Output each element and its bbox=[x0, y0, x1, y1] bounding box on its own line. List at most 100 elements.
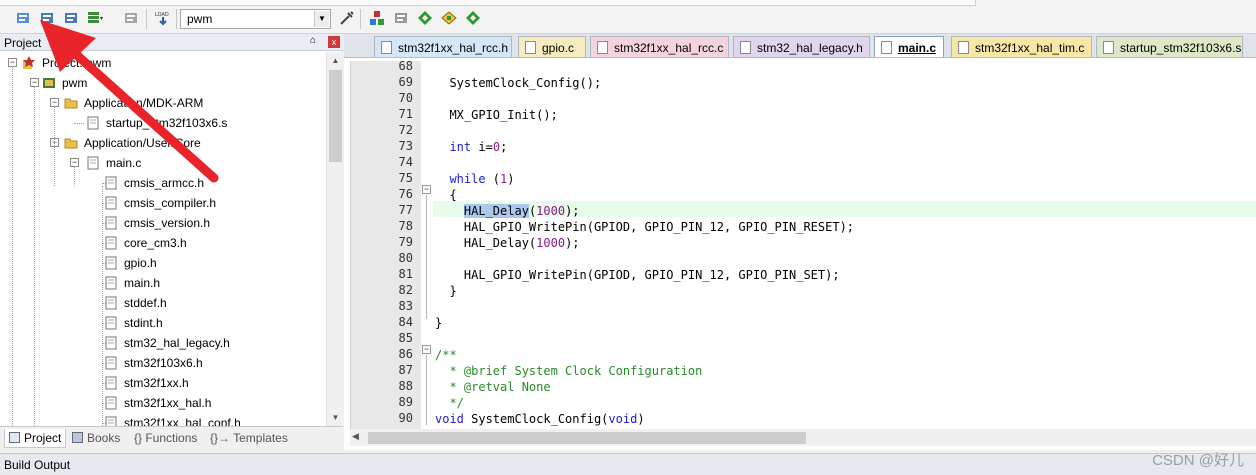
svg-text:LOAD: LOAD bbox=[155, 12, 169, 18]
panel-tab-project[interactable]: Project bbox=[4, 429, 67, 448]
code-line: } bbox=[435, 283, 457, 299]
tree-item-label: main.c bbox=[106, 156, 142, 170]
file-icon bbox=[597, 41, 608, 54]
tree-guide-line bbox=[34, 86, 35, 426]
editor-tab[interactable]: stm32_hal_legacy.h bbox=[733, 36, 870, 57]
tree-item-label: core_cm3.h bbox=[124, 236, 187, 250]
panel-tab-templates[interactable]: {}→ Templates bbox=[206, 429, 292, 448]
tree-item[interactable]: stm32f1xx_hal.h bbox=[0, 394, 326, 412]
selected-text: HAL_Delay bbox=[463, 204, 529, 218]
editor-tab[interactable]: gpio.c bbox=[518, 36, 586, 57]
tree-item[interactable]: stm32f1xx.h bbox=[0, 374, 326, 392]
stop-build-icon[interactable] bbox=[122, 9, 140, 27]
toolbar-separator bbox=[176, 9, 177, 29]
header-file-icon bbox=[104, 316, 118, 330]
run-time-environment-icon[interactable] bbox=[416, 9, 434, 27]
project-panel-title: Project bbox=[4, 36, 42, 50]
fold-guide bbox=[426, 195, 427, 301]
target-select[interactable]: pwm ▼ bbox=[180, 9, 331, 29]
batch-build-icon[interactable] bbox=[86, 9, 104, 27]
editor: stm32f1xx_hal_rcc.h gpio.c stm32f1xx_hal_r… bbox=[344, 34, 1256, 450]
scroll-up-icon[interactable]: ▲ bbox=[327, 52, 344, 69]
panel-tab-functions[interactable]: {} Functions bbox=[130, 429, 201, 448]
tree-item[interactable]: stm32f103x6.h bbox=[0, 354, 326, 372]
code-area[interactable]: 68 69 70 71 72 73 74 75 76 77 78 79 80 81 82 83 84 85 86 87… bbox=[350, 59, 1256, 429]
tree-item[interactable]: − Project: pwm bbox=[0, 54, 326, 72]
file-extensions-icon[interactable] bbox=[392, 9, 410, 27]
project-tree-scrollbar[interactable]: ▲ ▼ bbox=[326, 52, 343, 426]
header-file-icon bbox=[104, 176, 118, 190]
panel-tab-books[interactable]: Books bbox=[68, 429, 124, 448]
chevron-down-icon: ▼ bbox=[314, 11, 329, 27]
tree-item[interactable]: stm32_hal_legacy.h bbox=[0, 334, 326, 352]
tree-item-label: cmsis_version.h bbox=[124, 216, 211, 230]
manage-components-icon[interactable] bbox=[368, 9, 386, 27]
line-number: 83 bbox=[398, 299, 413, 313]
file-icon bbox=[1103, 41, 1114, 54]
line-number: 88 bbox=[398, 379, 413, 393]
line-number: 81 bbox=[398, 267, 413, 281]
folder-icon bbox=[64, 96, 78, 110]
file-icon bbox=[525, 41, 536, 54]
target-options-icon[interactable] bbox=[338, 9, 356, 27]
toolbar: LOAD pwm ▼ bbox=[0, 0, 1256, 34]
code-token: } bbox=[435, 316, 443, 330]
tree-item[interactable]: core_cm3.h bbox=[0, 234, 326, 252]
translate-icon[interactable] bbox=[14, 9, 32, 27]
editor-horizontal-scrollbar[interactable]: ◀ bbox=[350, 429, 1256, 446]
tree-item[interactable]: cmsis_compiler.h bbox=[0, 194, 326, 212]
panel-tab-label: {}→ Templates bbox=[210, 431, 288, 445]
tree-item[interactable]: gpio.h bbox=[0, 254, 326, 272]
close-icon[interactable]: x bbox=[328, 36, 340, 48]
code-line: int i=0; bbox=[435, 139, 507, 155]
tree-item[interactable]: stddef.h bbox=[0, 294, 326, 312]
tree-item-label: Application/User/Core bbox=[84, 136, 201, 150]
line-number: 86 bbox=[398, 347, 413, 361]
editor-tab[interactable]: stm32f1xx_hal_rcc.c bbox=[590, 36, 729, 57]
tree-item[interactable]: startup_stm32f103x6.s bbox=[0, 114, 326, 132]
pack-installer-icon[interactable] bbox=[440, 9, 458, 27]
tree-item[interactable]: − main.c bbox=[0, 154, 326, 172]
code-token: ); bbox=[565, 204, 580, 218]
tree-item[interactable]: stdint.h bbox=[0, 314, 326, 332]
select-software-packs-icon[interactable] bbox=[464, 9, 482, 27]
toolbar-top-strip bbox=[0, 0, 976, 6]
pin-icon[interactable]: ⌂ bbox=[310, 35, 322, 49]
tree-item[interactable]: cmsis_armcc.h bbox=[0, 174, 326, 192]
code-token: } bbox=[435, 284, 457, 298]
build-output-bar[interactable]: Build Output bbox=[0, 453, 1256, 475]
build-icon[interactable] bbox=[38, 9, 56, 27]
toolbar-separator bbox=[360, 9, 361, 29]
tree-item[interactable]: − pwm bbox=[0, 74, 326, 92]
rebuild-icon[interactable] bbox=[62, 9, 80, 27]
tree-item[interactable]: − Application/User/Core bbox=[0, 134, 326, 152]
tree-item-label: Application/MDK-ARM bbox=[84, 96, 204, 110]
code-token: HAL_GPIO_WritePin(GPIOD, GPIO_PIN_12, GP… bbox=[435, 220, 855, 234]
editor-tab[interactable]: startup_stm32f103x6.s bbox=[1096, 36, 1243, 57]
editor-tab[interactable]: main.c bbox=[874, 36, 944, 57]
code-line: HAL_GPIO_WritePin(GPIOD, GPIO_PIN_12, GP… bbox=[435, 267, 840, 283]
fold-collapse-icon[interactable]: − bbox=[422, 185, 431, 194]
tree-item[interactable]: main.h bbox=[0, 274, 326, 292]
editor-tab[interactable]: stm32f1xx_hal_rcc.h bbox=[374, 36, 512, 57]
tree-item[interactable]: − Application/MDK-ARM bbox=[0, 94, 326, 112]
tree-item-label: stm32_hal_legacy.h bbox=[124, 336, 230, 350]
tree-item[interactable]: stm32f1xx_hal_conf.h bbox=[0, 414, 326, 426]
editor-tab-label: gpio.c bbox=[542, 41, 575, 55]
code-token: 0 bbox=[492, 140, 501, 154]
scroll-down-icon[interactable]: ▼ bbox=[327, 409, 344, 426]
scrollbar-thumb[interactable] bbox=[329, 70, 342, 162]
line-number: 77 bbox=[398, 203, 413, 217]
tree-item-label: stm32f1xx_hal.h bbox=[124, 396, 212, 410]
line-number: 73 bbox=[398, 139, 413, 153]
download-icon[interactable]: LOAD bbox=[154, 9, 172, 27]
fold-collapse-icon[interactable]: − bbox=[422, 345, 431, 354]
editor-tab[interactable]: stm32f1xx_hal_tim.c bbox=[951, 36, 1092, 57]
editor-tab-label: stm32f1xx_hal_tim.c bbox=[975, 41, 1085, 55]
editor-tab-label: stm32f1xx_hal_rcc.c bbox=[614, 41, 724, 55]
tree-item[interactable]: cmsis_version.h bbox=[0, 214, 326, 232]
editor-tab-bar: stm32f1xx_hal_rcc.h gpio.c stm32f1xx_hal_r… bbox=[344, 34, 1256, 58]
scrollbar-thumb[interactable] bbox=[368, 432, 806, 444]
scroll-left-icon[interactable]: ◀ bbox=[352, 431, 359, 442]
